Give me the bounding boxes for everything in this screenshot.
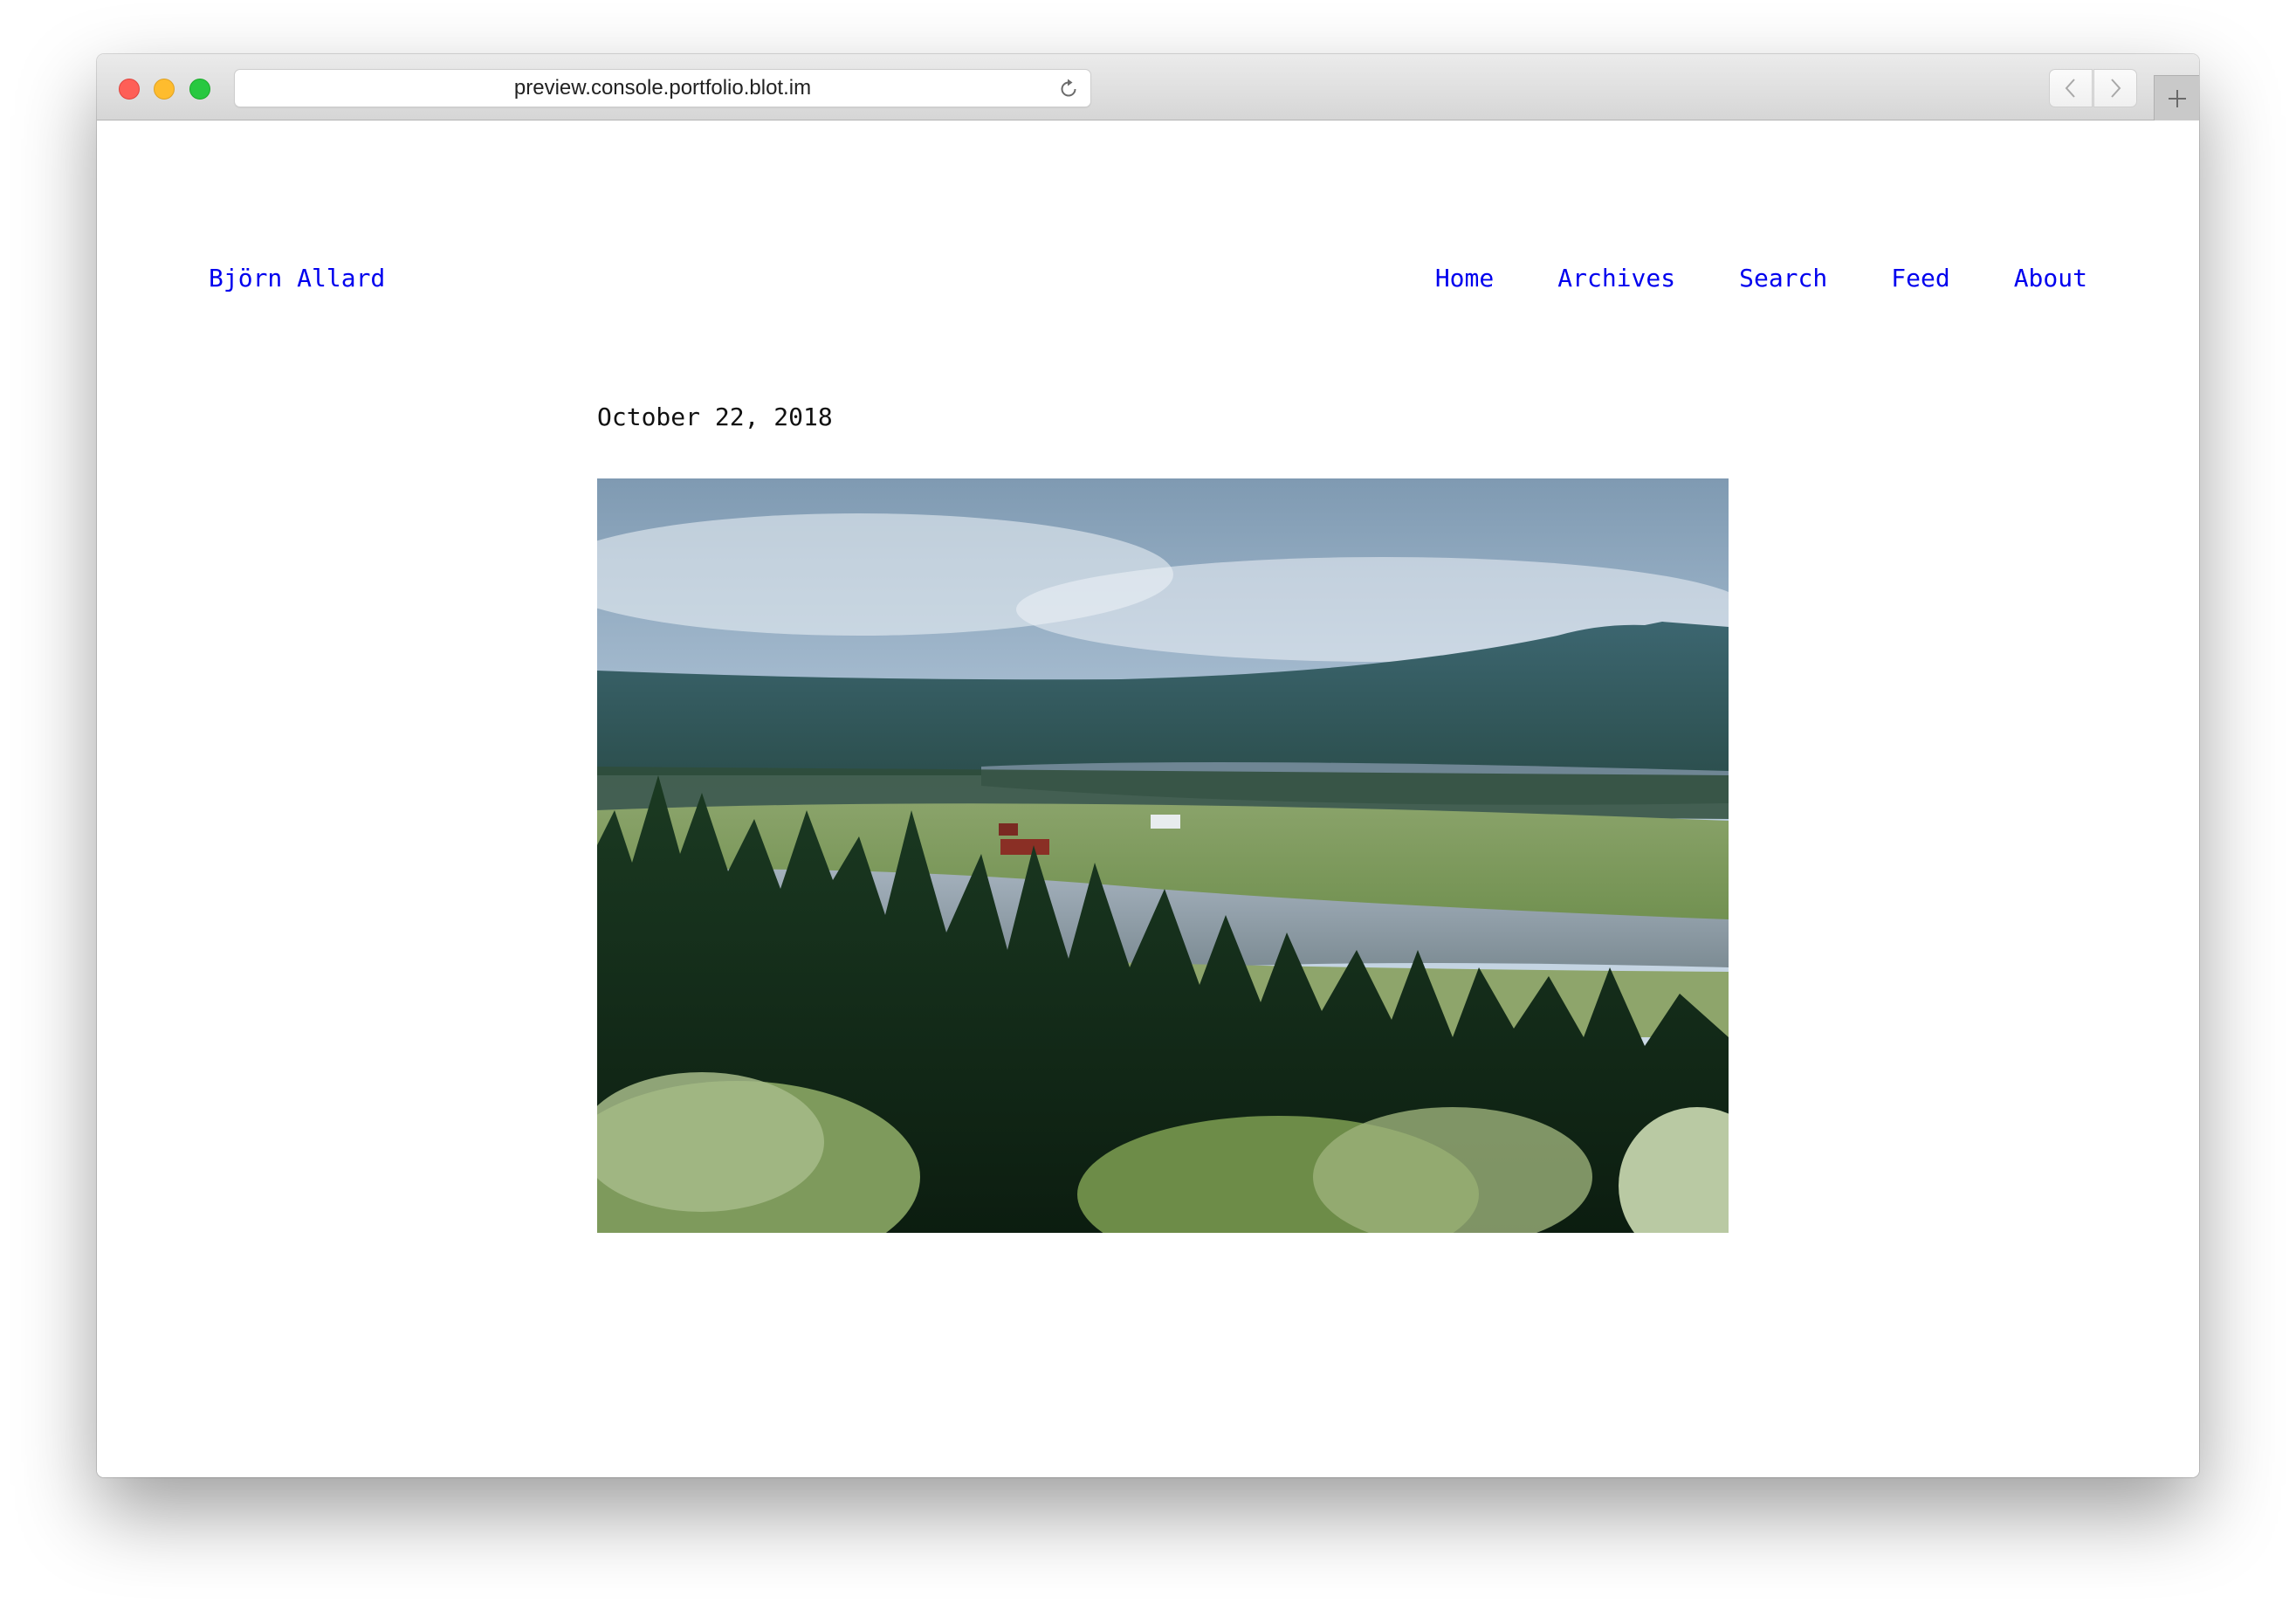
address-bar[interactable]: preview.console.portfolio.blot.im [234,69,1091,107]
post-photo[interactable] [597,478,1729,1233]
page-viewport: Björn Allard Home Archives Search Feed A… [97,121,2199,1477]
nav-feed-link[interactable]: Feed [1891,266,1949,291]
plus-icon [2168,89,2186,107]
site-nav: Home Archives Search Feed About [1435,266,2087,291]
reload-icon[interactable] [1057,78,1080,100]
nav-search-link[interactable]: Search [1739,266,1827,291]
nav-about-link[interactable]: About [2014,266,2087,291]
browser-window: preview.console.portfolio.blot.im Björn … [97,54,2199,1477]
post-date: October 22, 2018 [597,403,833,431]
site-title-link[interactable]: Björn Allard [209,266,385,291]
minimize-window-button[interactable] [154,79,175,100]
zoom-window-button[interactable] [189,79,210,100]
browser-forward-button[interactable] [2093,69,2137,107]
new-tab-button[interactable] [2154,75,2199,120]
address-url: preview.console.portfolio.blot.im [513,76,812,100]
nav-home-link[interactable]: Home [1435,266,1494,291]
chevron-right-icon [2111,79,2121,98]
browser-back-button[interactable] [2049,69,2093,107]
chevron-left-icon [2065,79,2075,98]
browser-titlebar: preview.console.portfolio.blot.im [97,54,2199,120]
nav-archives-link[interactable]: Archives [1557,266,1675,291]
close-window-button[interactable] [119,79,140,100]
